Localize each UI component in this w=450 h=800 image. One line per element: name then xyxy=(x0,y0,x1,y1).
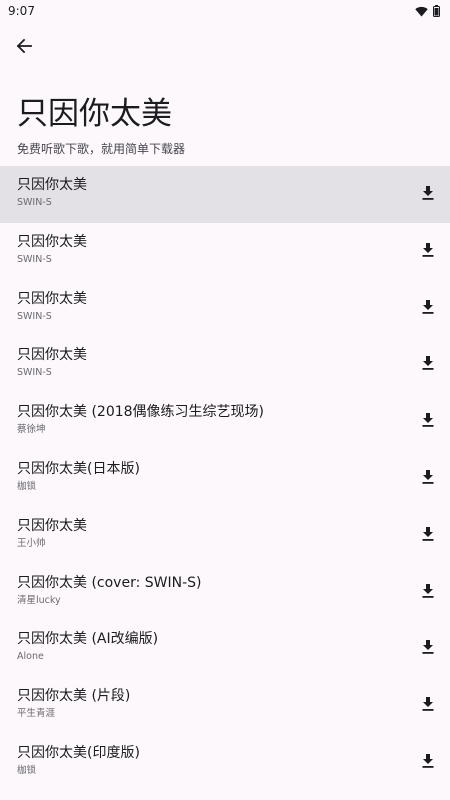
song-list-item[interactable]: 只因你太美 SWIN-S xyxy=(0,336,450,393)
download-button[interactable] xyxy=(420,468,436,486)
song-artist: SWIN-S xyxy=(17,253,52,265)
page-header: 只因你太美 免费听歌下歌，就用简单下载器 xyxy=(17,92,437,158)
download-button[interactable] xyxy=(420,354,436,372)
download-icon xyxy=(422,753,434,768)
song-list: 只因你太美 SWIN-S 只因你太美 SWIN-S 只因你太美 SWIN-S 只因你太美 SW… xyxy=(0,166,450,791)
song-list-item[interactable]: 只因你太美 (AI改编版) Alone xyxy=(0,620,450,677)
back-button[interactable] xyxy=(12,34,36,58)
song-artist: 枷锁 xyxy=(17,480,37,492)
download-icon xyxy=(422,186,434,200)
song-list-item[interactable]: 只因你太美(日本版) 枷锁 xyxy=(0,450,450,507)
song-title: 只因你太美 (2018偶像练习生综艺现场) xyxy=(17,404,265,421)
download-button[interactable] xyxy=(420,638,436,656)
page-subtitle: 免费听歌下歌，就用简单下载器 xyxy=(17,142,186,156)
download-icon xyxy=(422,242,434,257)
download-button[interactable] xyxy=(420,695,436,713)
song-title: 只因你太美 xyxy=(17,290,87,307)
download-icon xyxy=(422,697,434,711)
song-title: 只因你太美 xyxy=(17,233,87,250)
song-title: 只因你太美 (cover: SWIN-S) xyxy=(17,574,202,591)
song-artist: SWIN-S xyxy=(17,197,52,208)
song-artist: Alone xyxy=(17,651,44,663)
download-icon xyxy=(422,356,434,371)
status-icons xyxy=(415,5,440,17)
download-icon xyxy=(422,469,434,484)
arrow-back-icon xyxy=(16,38,32,54)
song-title: 只因你太美(日本版) xyxy=(17,460,140,477)
download-icon xyxy=(422,640,434,655)
song-list-item[interactable]: 只因你太美(印度版) 枷锁 xyxy=(0,734,450,791)
download-icon xyxy=(422,299,434,314)
song-list-item[interactable]: 只因你太美 王小帅 xyxy=(0,507,450,564)
download-button[interactable] xyxy=(420,582,436,600)
song-title: 只因你太美 xyxy=(17,347,87,364)
song-artist: 清星lucky xyxy=(17,594,61,606)
download-button[interactable] xyxy=(420,411,436,429)
song-list-item[interactable]: 只因你太美 (片段) 平生青涯 xyxy=(0,677,450,734)
download-button[interactable] xyxy=(420,298,436,316)
download-icon xyxy=(422,526,434,541)
download-button[interactable] xyxy=(420,241,436,259)
song-title: 只因你太美 xyxy=(17,177,87,193)
song-title: 只因你太美 xyxy=(17,517,87,534)
battery-icon xyxy=(433,5,440,17)
status-bar: 9:07 xyxy=(0,0,450,22)
download-button[interactable] xyxy=(420,184,436,202)
song-list-item[interactable]: 只因你太美 (cover: SWIN-S) 清星lucky xyxy=(0,564,450,621)
song-list-item[interactable]: 只因你太美 SWIN-S xyxy=(0,223,450,280)
song-artist: SWIN-S xyxy=(17,310,52,322)
song-artist: SWIN-S xyxy=(17,367,52,379)
song-list-item[interactable]: 只因你太美 (2018偶像练习生综艺现场) 蔡徐坤 xyxy=(0,393,450,450)
download-button[interactable] xyxy=(420,752,436,770)
song-artist: 枷锁 xyxy=(17,764,37,776)
download-button[interactable] xyxy=(420,525,436,543)
page-title: 只因你太美 xyxy=(17,96,172,132)
song-title: 只因你太美(印度版) xyxy=(17,744,140,761)
top-app-bar xyxy=(0,28,450,64)
song-artist: 蔡徐坤 xyxy=(17,424,46,436)
status-time: 9:07 xyxy=(8,4,35,18)
download-icon xyxy=(422,583,434,598)
wifi-icon xyxy=(415,6,428,16)
download-icon xyxy=(422,413,434,427)
song-title: 只因你太美 (片段) xyxy=(17,688,131,705)
song-title: 只因你太美 (AI改编版) xyxy=(17,631,159,648)
song-artist: 平生青涯 xyxy=(17,708,56,720)
song-list-item[interactable]: 只因你太美 SWIN-S xyxy=(0,166,450,223)
song-list-item[interactable]: 只因你太美 SWIN-S xyxy=(0,280,450,337)
song-artist: 王小帅 xyxy=(17,537,46,549)
